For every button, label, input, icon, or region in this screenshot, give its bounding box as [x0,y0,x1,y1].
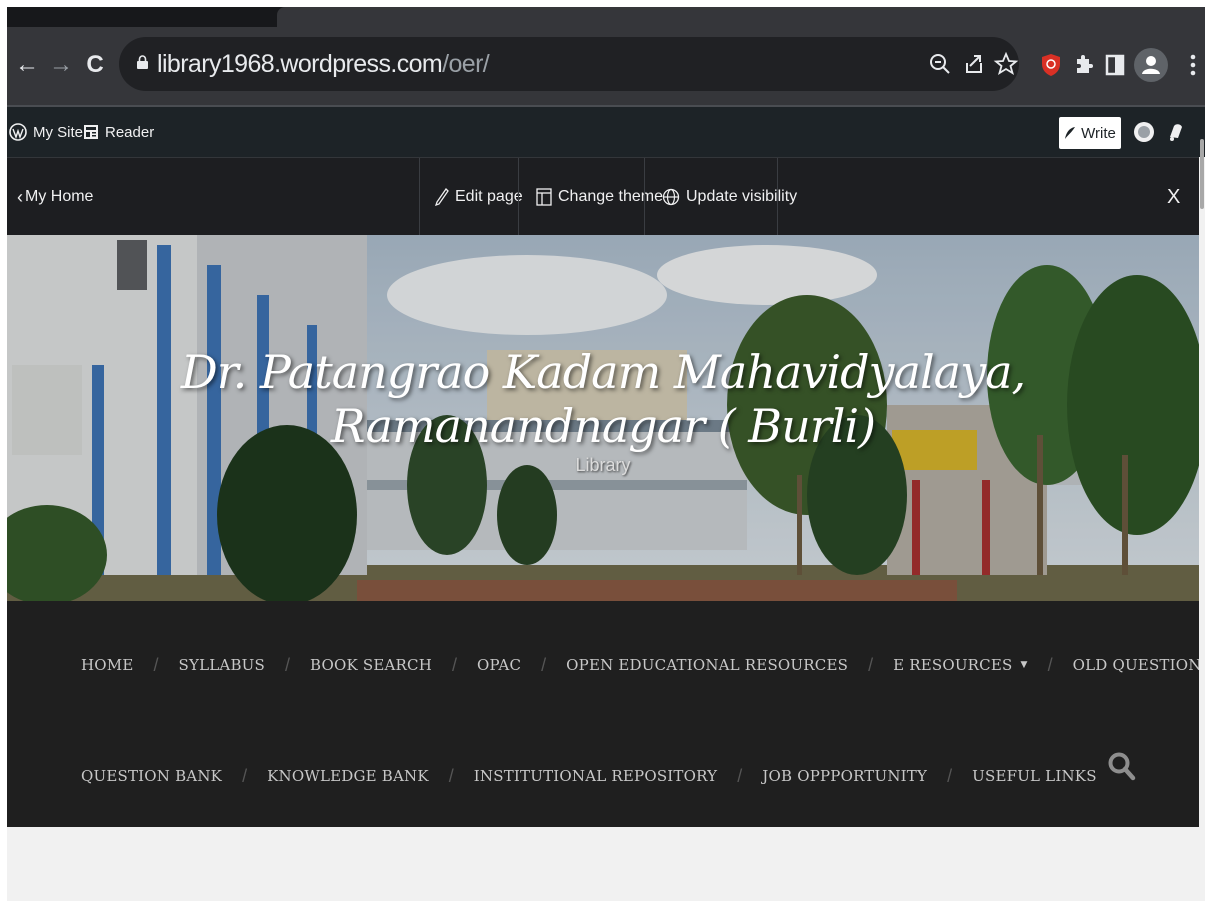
browser-menu-icon[interactable] [1179,51,1205,79]
shield-extension-icon[interactable] [1037,51,1065,79]
url-path: /oer/ [442,50,490,78]
notifications-bell-icon[interactable] [1165,121,1187,143]
menu-item-book-search[interactable]: BOOK SEARCH [310,656,432,674]
reader-label: Reader [105,123,155,141]
menu-item-syllabus[interactable]: SYLLABUS [179,656,265,674]
menu-separator: / [452,654,458,675]
scrollbar-track[interactable] [1199,157,1205,901]
my-home-label: My Home [25,188,94,205]
globe-icon [662,188,680,206]
my-site-link[interactable]: My Site [9,107,83,157]
active-tab[interactable] [277,7,1205,27]
side-panel-icon[interactable] [1101,51,1129,79]
my-site-label: My Site [33,123,84,141]
reload-button[interactable]: C [79,49,111,81]
wp-admin-bar: My Site Reader Write [7,105,1205,157]
toolbar-divider [518,158,519,236]
menu-item-institutional-repository[interactable]: INSTITUTIONAL REPOSITORY [474,767,718,785]
edit-page-button[interactable]: Edit page [435,158,523,236]
search-icon[interactable] [1107,751,1137,781]
url-text[interactable]: library1968.wordpress.com/oer/ [157,37,490,91]
site-tagline: Library [575,455,631,475]
change-theme-label: Change theme [558,188,663,205]
menu-separator: / [737,765,743,786]
menu-item-useful-links[interactable]: USEFUL LINKS [972,767,1097,785]
profile-avatar-icon[interactable] [1133,47,1169,83]
reader-icon [84,125,98,139]
tab-strip [7,7,1205,27]
menu-item-knowledge-bank[interactable]: KNOWLEDGE BANK [267,767,429,785]
lock-icon [137,55,148,69]
my-home-link[interactable]: ‹ My Home [17,158,93,236]
menu-item-job-oppportunity[interactable]: JOB OPPPORTUNITY [762,767,927,785]
edit-page-label: Edit page [455,188,523,205]
menu-separator: / [1047,654,1053,675]
menu-item-old-question-paper[interactable]: OLD QUESTION PAPER [1073,656,1205,674]
menu-item-question-bank[interactable]: QUESTION BANK [81,767,222,785]
menu-separator: / [868,654,874,675]
menu-item-open-educational-resources[interactable]: OPEN EDUCATIONAL RESOURCES [566,656,848,674]
menu-row-2: QUESTION BANK / KNOWLEDGE BANK / INSTITU… [81,756,1097,796]
url-host: library1968.wordpress.com [157,50,443,78]
menu-row-1: HOME / SYLLABUS / BOOK SEARCH / OPAC / O… [81,645,1205,685]
browser-toolbar: ← → C library1968.wordpress.com/oer/ [7,27,1205,105]
menu-separator: / [242,765,248,786]
menu-separator: / [153,654,159,675]
quill-icon [1065,127,1076,139]
pencil-icon [435,188,449,206]
reader-link[interactable]: Reader [83,107,154,157]
update-visibility-label: Update visibility [686,188,798,205]
menu-item-home[interactable]: HOME [81,656,134,674]
back-button[interactable]: ← [11,49,43,81]
site-title[interactable]: Dr. Patangrao Kadam Mahavidyalaya, Raman… [7,345,1199,453]
write-button[interactable]: Write [1059,117,1121,149]
primary-navigation: HOME / SYLLABUS / BOOK SEARCH / OPAC / O… [7,601,1205,827]
share-icon[interactable] [961,51,987,77]
user-avatar-icon[interactable] [1133,121,1155,143]
browser-window: ← → C library1968.wordpress.com/oer/ My … [7,7,1205,901]
chevron-left-icon: ‹ [17,186,23,207]
toolbar-divider [777,158,778,236]
scrollbar-thumb[interactable] [1200,139,1204,209]
theme-layout-icon [536,188,552,206]
page-toolbar: ‹ My Home Edit page Change theme Update … [7,157,1205,236]
header-banner-image: Dr. Patangrao Kadam Mahavidyalaya, Raman… [7,235,1199,601]
menu-separator: / [947,765,953,786]
puzzle-extensions-icon[interactable] [1069,51,1097,79]
menu-separator: / [448,765,454,786]
menu-separator: / [541,654,547,675]
address-bar[interactable]: library1968.wordpress.com/oer/ [119,37,1019,91]
menu-item-opac[interactable]: OPAC [477,656,521,674]
menu-separator: / [285,654,291,675]
wordpress-icon [9,123,27,141]
page-content-area [7,827,1199,901]
menu-item-e-resources[interactable]: E RESOURCES [893,656,1012,674]
zoom-icon[interactable] [927,51,953,77]
write-label: Write [1081,124,1116,142]
bookmark-star-icon[interactable] [993,51,1019,77]
forward-button[interactable]: → [45,49,77,81]
close-button[interactable]: X [1167,158,1180,236]
toolbar-divider [419,158,420,236]
dropdown-arrow-icon[interactable]: ▼ [1020,660,1027,670]
toolbar-divider [644,158,645,236]
